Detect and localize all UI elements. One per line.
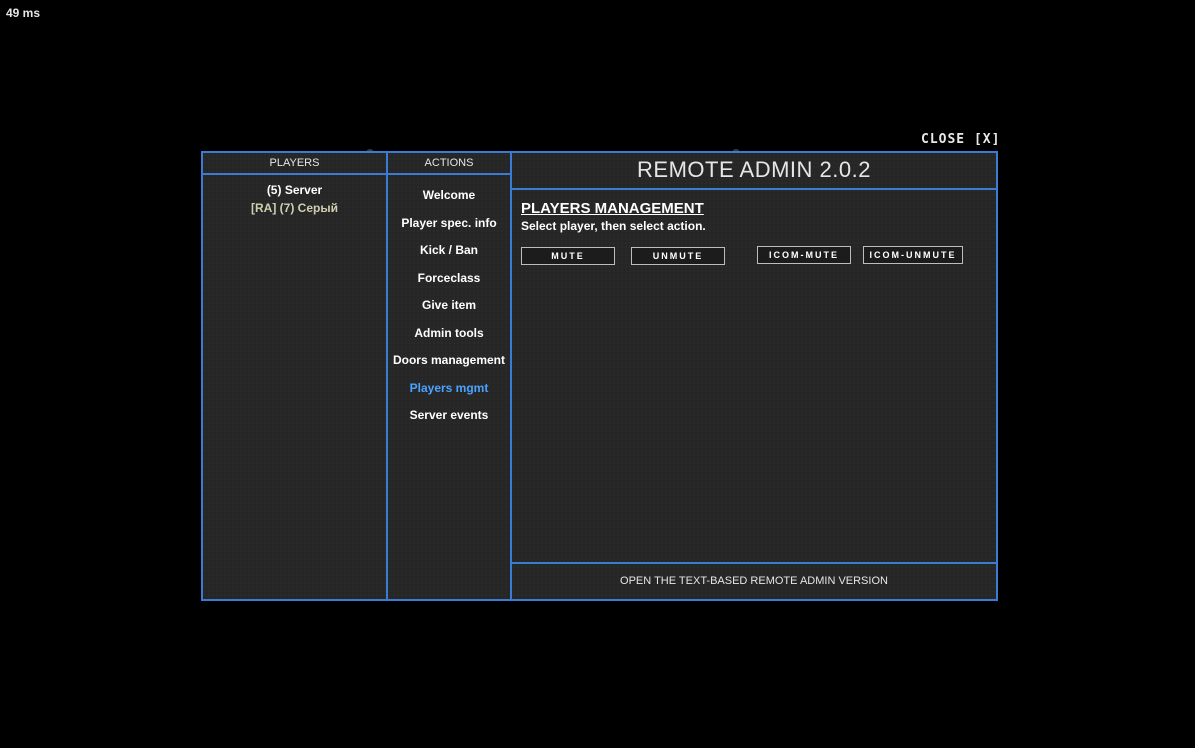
main-panel: REMOTE ADMIN 2.0.2 PLAYERS MANAGEMENT Se… [510, 151, 998, 601]
app-title: REMOTE ADMIN 2.0.2 [512, 153, 996, 190]
action-item-welcome[interactable]: Welcome [388, 187, 510, 215]
player-item-ra[interactable]: [RA] (7) Серый [203, 199, 386, 217]
mute-button[interactable]: MUTE [521, 247, 615, 265]
actions-header: ACTIONS [388, 153, 510, 175]
action-list: Welcome Player spec. info Kick / Ban For… [388, 187, 510, 435]
action-item-kick-ban[interactable]: Kick / Ban [388, 242, 510, 270]
section-title: PLAYERS MANAGEMENT [521, 200, 704, 217]
action-item-admin-tools[interactable]: Admin tools [388, 325, 510, 353]
action-item-player-spec-info[interactable]: Player spec. info [388, 215, 510, 243]
player-list: (5) Server [RA] (7) Серый [203, 181, 386, 217]
player-item-server[interactable]: (5) Server [203, 181, 386, 199]
action-item-forceclass[interactable]: Forceclass [388, 270, 510, 298]
unmute-button[interactable]: UNMUTE [631, 247, 725, 265]
text-based-ra-link[interactable]: OPEN THE TEXT-BASED REMOTE ADMIN VERSION [512, 562, 996, 599]
section-subtitle: Select player, then select action. [521, 219, 706, 233]
icom-mute-button[interactable]: ICOM-MUTE [757, 246, 851, 264]
action-item-players-mgmt[interactable]: Players mgmt [388, 380, 510, 408]
action-item-doors-management[interactable]: Doors management [388, 352, 510, 380]
actions-panel: ACTIONS Welcome Player spec. info Kick /… [386, 151, 512, 601]
players-header: PLAYERS [203, 153, 386, 175]
close-button[interactable]: CLOSE [X] [921, 132, 1000, 147]
action-item-give-item[interactable]: Give item [388, 297, 510, 325]
action-item-server-events[interactable]: Server events [388, 407, 510, 435]
players-panel: PLAYERS (5) Server [RA] (7) Серый [201, 151, 388, 601]
ping-readout: 49 ms [6, 6, 41, 20]
icom-unmute-button[interactable]: ICOM-UNMUTE [863, 246, 963, 264]
